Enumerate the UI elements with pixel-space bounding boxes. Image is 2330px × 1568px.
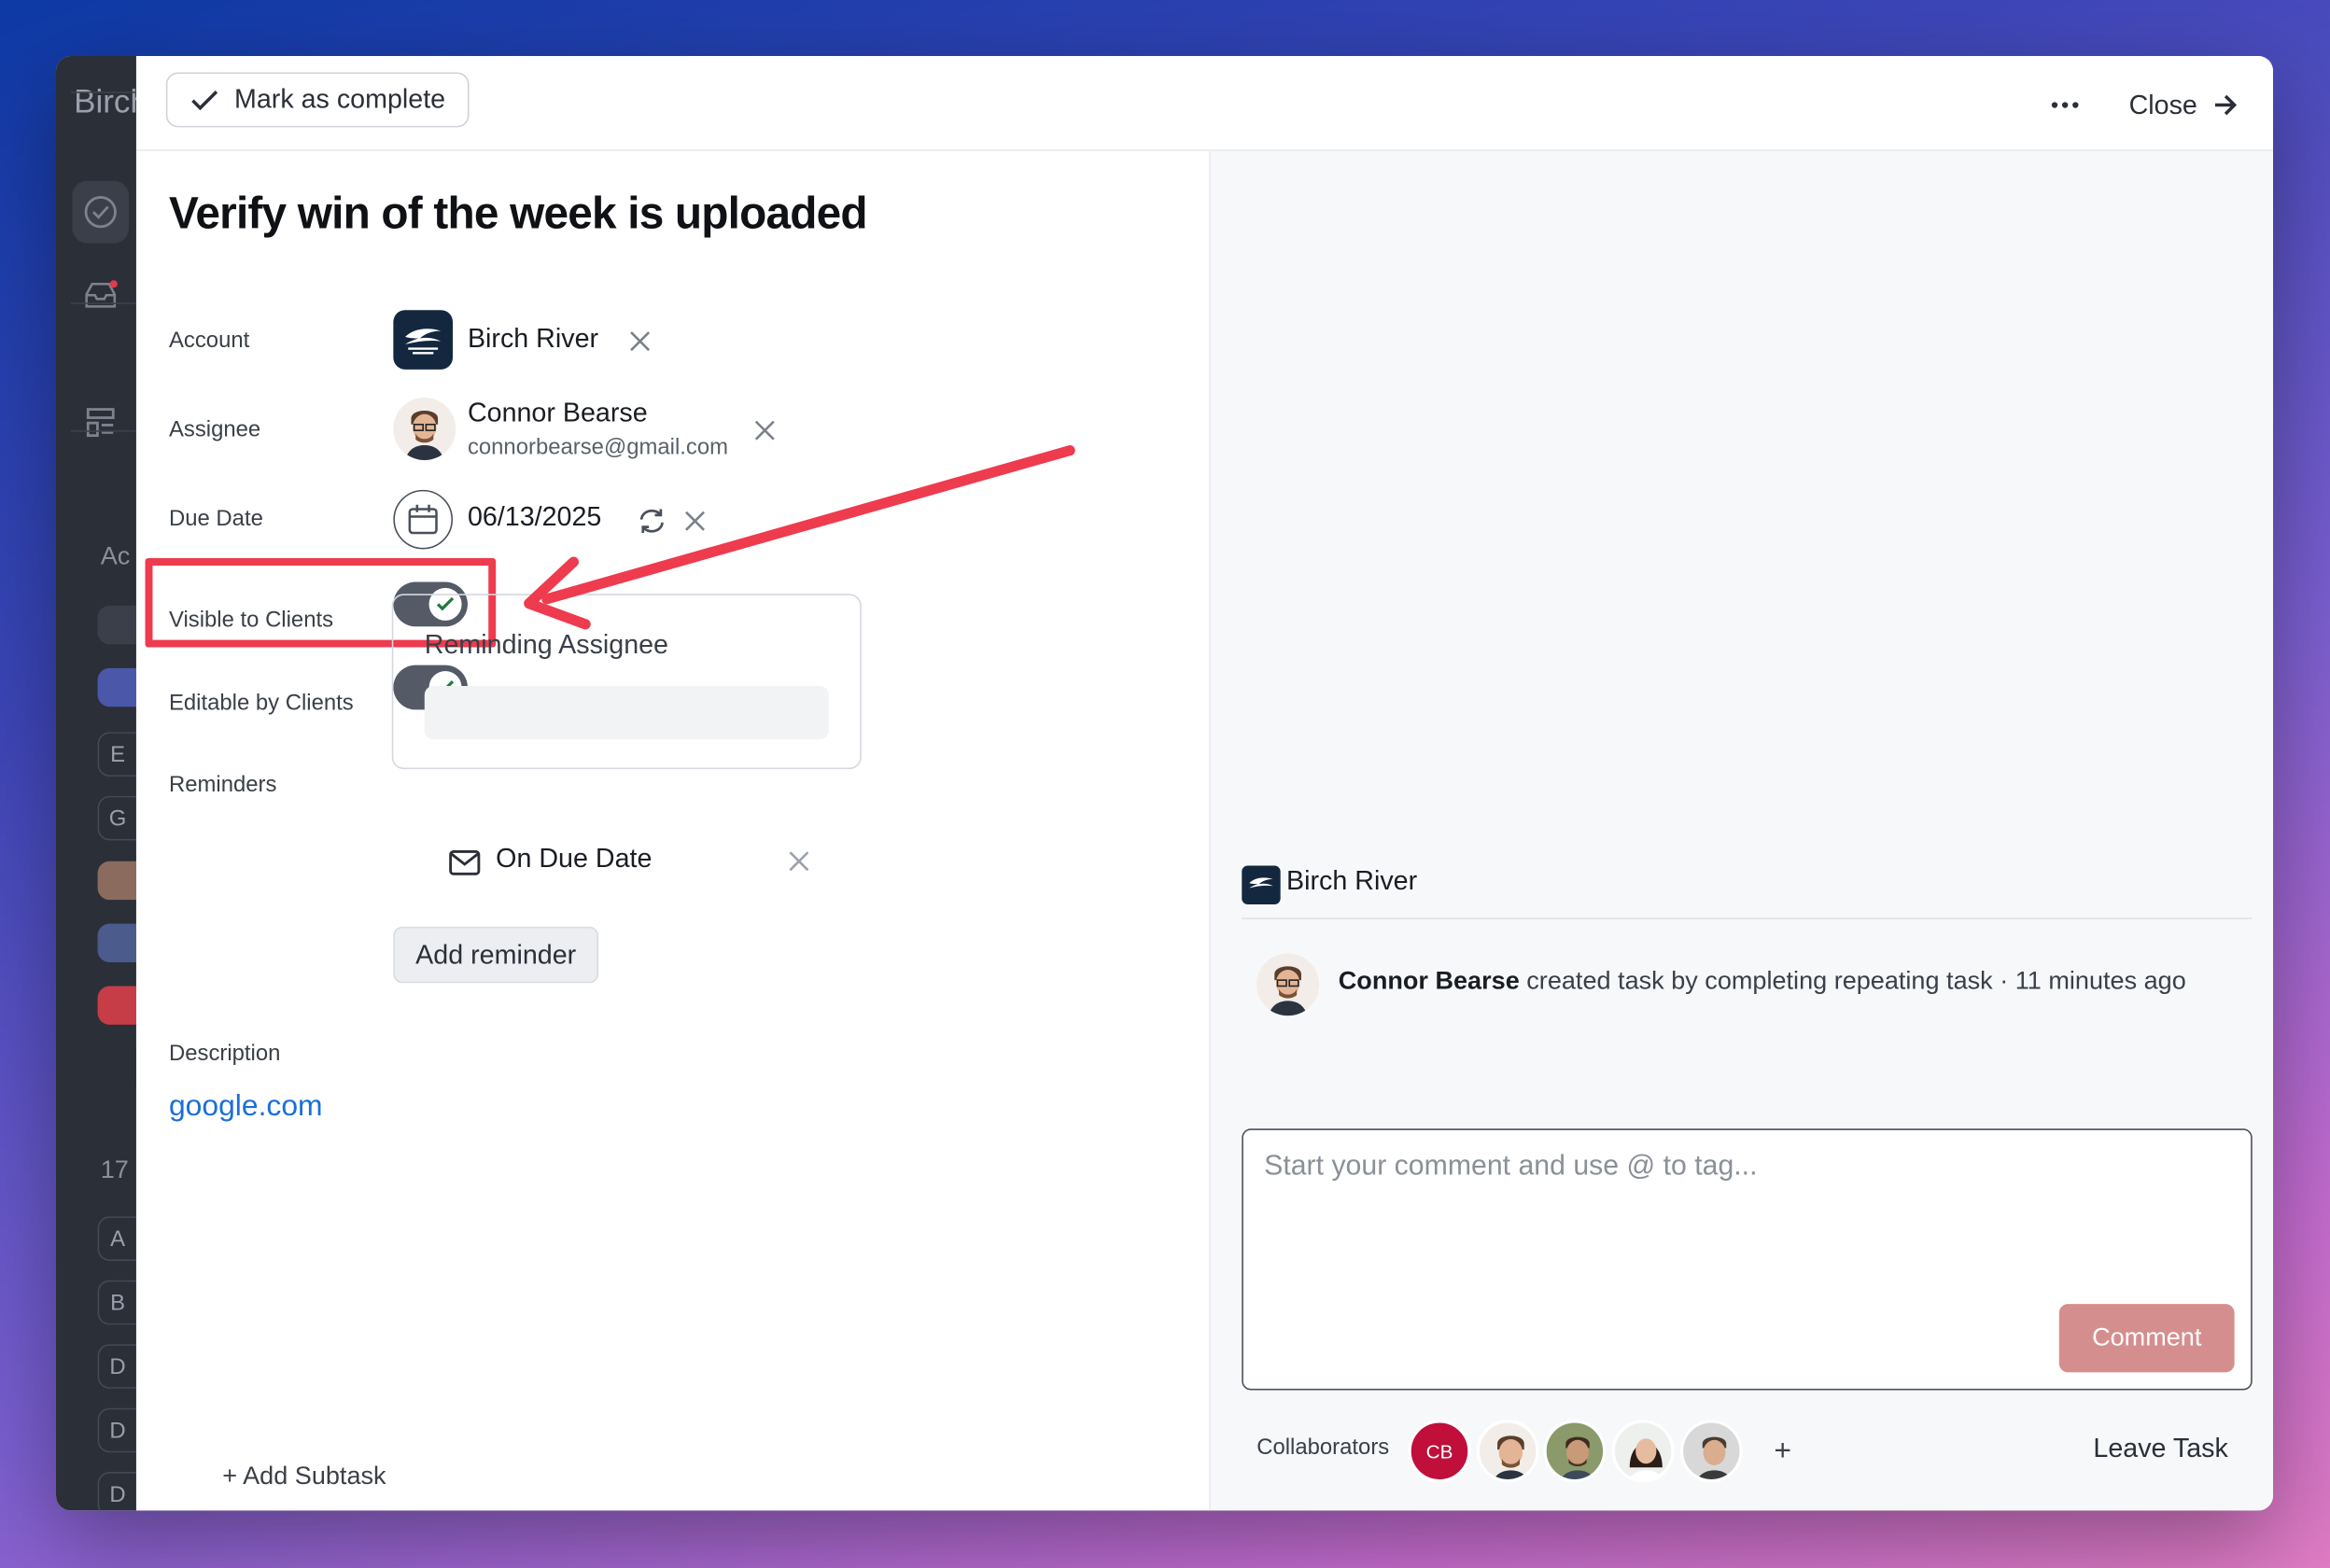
sidebar-section-label: Ac [101, 542, 131, 571]
check-icon [191, 90, 218, 110]
activity-entry: Connor Bearse created task by completing… [1339, 967, 2186, 997]
close-icon [755, 421, 776, 441]
activity-actor[interactable]: Connor Bearse [1339, 967, 1520, 995]
more-dot [2072, 102, 2079, 109]
add-collaborator-button[interactable]: + [1765, 1429, 1801, 1474]
repeat-button[interactable] [630, 499, 675, 544]
birch-river-logo-icon [405, 329, 442, 356]
more-dot [2062, 102, 2069, 109]
activity-account-logo [1242, 866, 1282, 905]
account-name[interactable]: Birch River [468, 324, 598, 355]
close-label: Close [2129, 90, 2198, 120]
app-sidebar: Birch Ac E G 17 A B D D D [56, 56, 137, 1511]
reminder-card-title: Reminding Assignee [425, 629, 669, 660]
reminder-chip[interactable] [425, 686, 830, 740]
close-icon [685, 511, 706, 532]
remove-assignee-button[interactable] [743, 409, 788, 454]
sidebar-account-letter[interactable]: E [98, 732, 137, 777]
due-date-label: Due Date [169, 506, 264, 532]
reminders-label: Reminders [169, 772, 277, 798]
sidebar-account-thumb[interactable] [98, 1048, 137, 1088]
remove-account-button[interactable] [618, 319, 663, 364]
birch-river-logo-icon [1249, 877, 1274, 889]
comment-button[interactable]: Comment [2059, 1304, 2236, 1373]
task-window: Birch Ac E G 17 A B D D D Mark as comple [56, 56, 2274, 1511]
sidebar-account-letter[interactable]: D [98, 1472, 137, 1511]
description-link[interactable]: google.com [169, 1090, 323, 1125]
description-label: Description [169, 1041, 281, 1067]
add-reminder-button[interactable]: Add reminder [393, 927, 599, 984]
reminder-card [392, 594, 863, 770]
sidebar-account-thumb[interactable] [98, 986, 137, 1026]
assignee-email: connorbearse@gmail.com [468, 435, 729, 461]
close-icon [630, 331, 651, 352]
sidebar-account-thumb[interactable] [98, 924, 137, 963]
sidebar-account-thumb[interactable] [98, 861, 137, 901]
comment-input[interactable] [1264, 1151, 2216, 1300]
due-date-value[interactable]: 06/13/2025 [468, 502, 601, 533]
close-icon [789, 851, 809, 872]
forms-icon [87, 408, 116, 438]
sidebar-item-tasks[interactable] [72, 181, 130, 245]
remove-reminder-button[interactable] [778, 839, 822, 884]
assignee-name[interactable]: Connor Bearse [468, 399, 648, 429]
check-circle-icon [85, 196, 118, 229]
arrow-right-icon [2215, 95, 2238, 116]
reminder-item-label: On Due Date [496, 844, 653, 874]
repeat-icon [640, 509, 665, 534]
sidebar-account-letter[interactable]: B [98, 1281, 137, 1325]
more-horizontal-icon [2052, 102, 2058, 109]
account-logo [393, 310, 454, 371]
task-toolbar: Mark as complete Close [136, 56, 2274, 152]
activity-account-name[interactable]: Birch River [1287, 866, 1418, 897]
close-button[interactable]: Close [2129, 68, 2239, 143]
sidebar-account-letter[interactable]: D [98, 1408, 137, 1453]
sidebar-account-letter[interactable]: A [98, 1216, 137, 1262]
activity-action: created task by completing repeating tas… [1520, 967, 2187, 996]
sidebar-item-inbox[interactable] [73, 264, 129, 327]
leave-task-button[interactable]: Leave Task [2094, 1434, 2228, 1464]
add-subtask-button[interactable]: + Add Subtask [223, 1462, 386, 1491]
task-title[interactable]: Verify win of the week is uploaded [169, 190, 868, 241]
calendar-icon [409, 505, 439, 535]
sidebar-account-thumb[interactable] [98, 668, 137, 707]
sidebar-account-letter[interactable]: G [98, 796, 137, 841]
more-options-button[interactable] [2021, 68, 2111, 143]
sidebar-account-letter[interactable]: D [98, 1344, 137, 1390]
clear-due-date-button[interactable] [673, 499, 718, 544]
mark-complete-button[interactable]: Mark as complete [166, 72, 470, 128]
sidebar-account-thumb[interactable] [98, 606, 137, 645]
sidebar-count: 17 [101, 1155, 130, 1184]
editable-by-clients-label: Editable by Clients [169, 691, 355, 717]
sidebar-item-forms[interactable] [73, 392, 129, 455]
collaborators-label: Collaborators [1256, 1435, 1390, 1461]
app-logo: Birch [74, 83, 137, 120]
mark-complete-label: Mark as complete [234, 84, 446, 115]
inbox-icon [85, 280, 119, 309]
assignee-label: Assignee [169, 417, 261, 443]
account-label: Account [169, 328, 250, 354]
task-details-panel: Verify win of the week is uploaded Accou… [136, 151, 1212, 1511]
mail-icon [449, 850, 481, 876]
